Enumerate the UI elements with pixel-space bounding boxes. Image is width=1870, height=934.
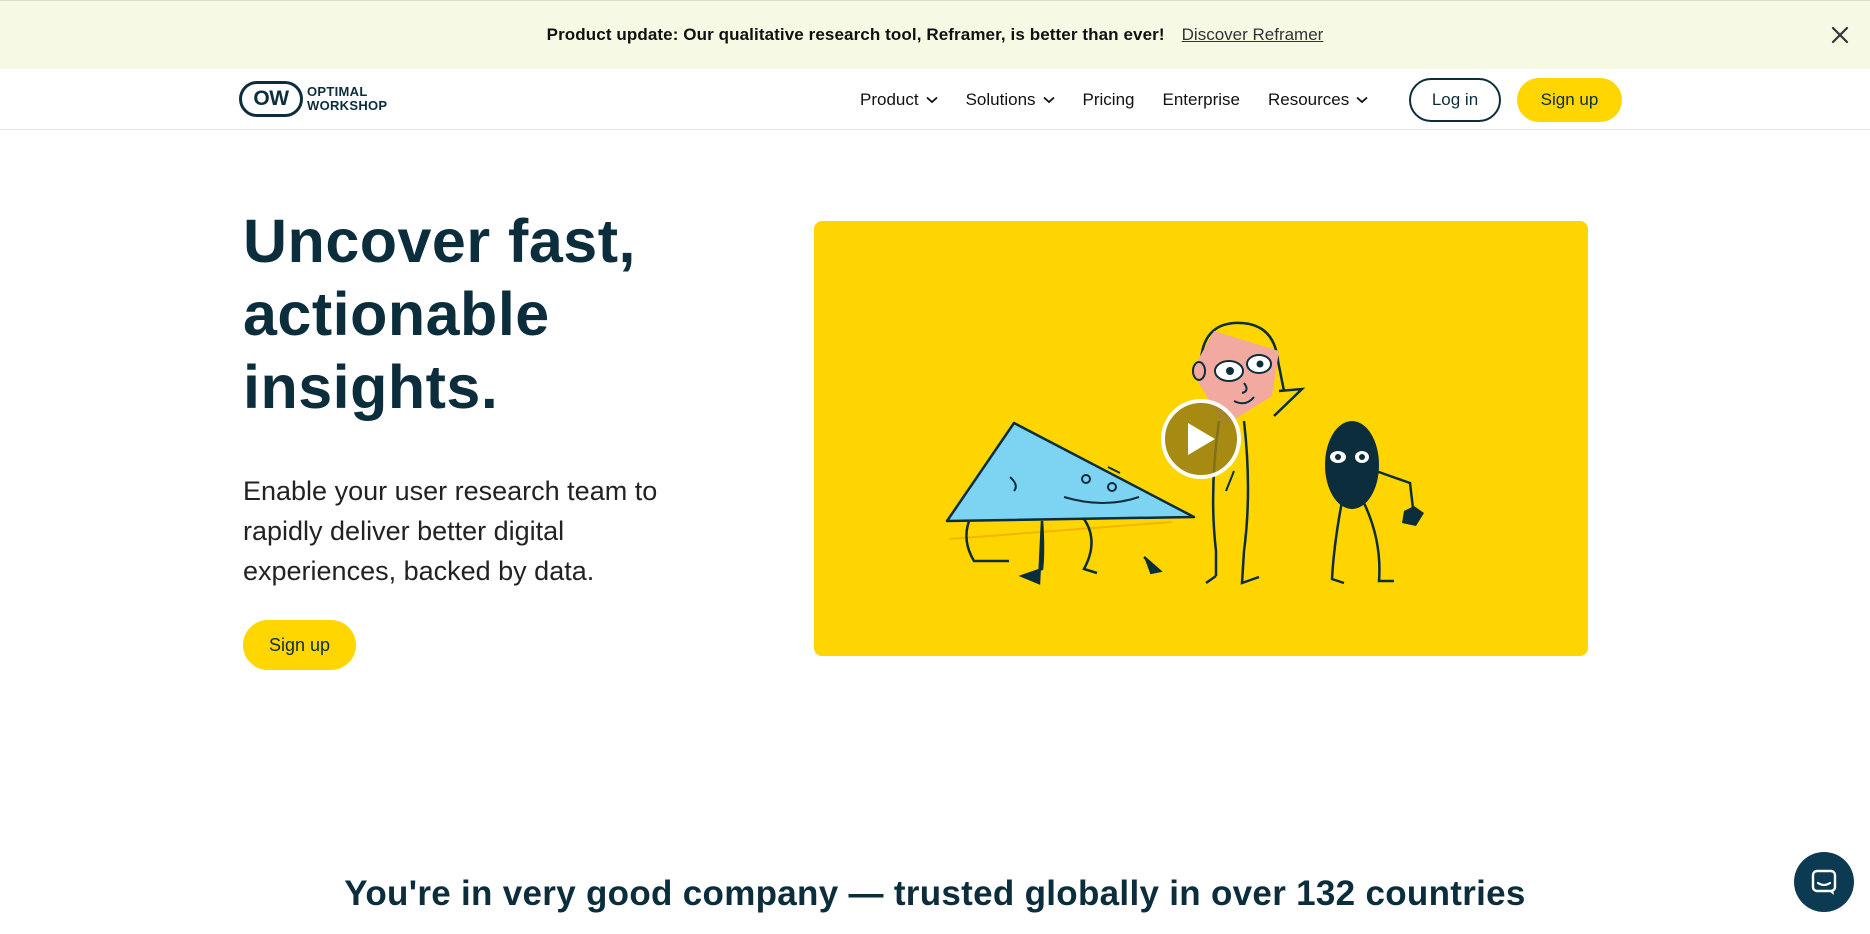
nav-links: Product Solutions Pricing Enterprise Res… <box>860 69 1396 130</box>
top-navigation: OW OPTIMAL WORKSHOP Product Solutions Pr… <box>0 69 1870 130</box>
optimal-workshop-logo[interactable]: OW OPTIMAL WORKSHOP <box>239 81 387 117</box>
chat-icon[interactable] <box>1794 852 1854 912</box>
nav-signup-button[interactable]: Sign up <box>1517 78 1622 122</box>
nav-item-label: Pricing <box>1082 89 1135 109</box>
hero-title-line: Uncover fast, <box>243 207 636 275</box>
banner-message: Product update: Our qualitative research… <box>546 25 1165 44</box>
nav-item-label: Resources <box>1267 89 1350 109</box>
trusted-heading: You're in very good company — trusted gl… <box>344 874 1526 913</box>
login-button[interactable]: Log in <box>1409 78 1501 122</box>
announcement-banner: Product update: Our qualitative research… <box>0 0 1870 69</box>
logo-line-optimal: OPTIMAL <box>307 84 368 99</box>
nav-item-label: Enterprise <box>1162 89 1240 109</box>
chevron-down-icon <box>1356 96 1368 104</box>
play-icon[interactable] <box>1161 399 1241 479</box>
nav-item-enterprise[interactable]: Enterprise <box>1163 90 1240 110</box>
chevron-down-icon <box>1042 96 1055 104</box>
hero-title-line: actionable <box>243 280 550 348</box>
logo-line-workshop: WORKSHOP <box>307 98 388 113</box>
nav-item-label: Solutions <box>965 89 1036 109</box>
discover-reframer-link[interactable]: Discover Reframer <box>1182 25 1324 45</box>
hero-title-line: insights. <box>243 353 499 421</box>
nav-item-pricing[interactable]: Pricing <box>1083 90 1135 110</box>
hero-signup-button[interactable]: Sign up <box>243 620 356 670</box>
logo-text: OPTIMAL WORKSHOP <box>307 85 387 113</box>
nav-item-label: Product <box>860 89 919 109</box>
logo-mark: OW <box>239 81 303 117</box>
hero-title: Uncover fast, actionable insights. <box>243 205 763 424</box>
hero-subtitle: Enable your user research team to rapidl… <box>243 476 658 586</box>
nav-item-solutions[interactable]: Solutions <box>966 90 1055 110</box>
chevron-down-icon <box>925 96 938 104</box>
close-icon[interactable] <box>1826 21 1854 49</box>
nav-item-product[interactable]: Product <box>860 90 938 110</box>
nav-item-resources[interactable]: Resources <box>1268 90 1368 110</box>
